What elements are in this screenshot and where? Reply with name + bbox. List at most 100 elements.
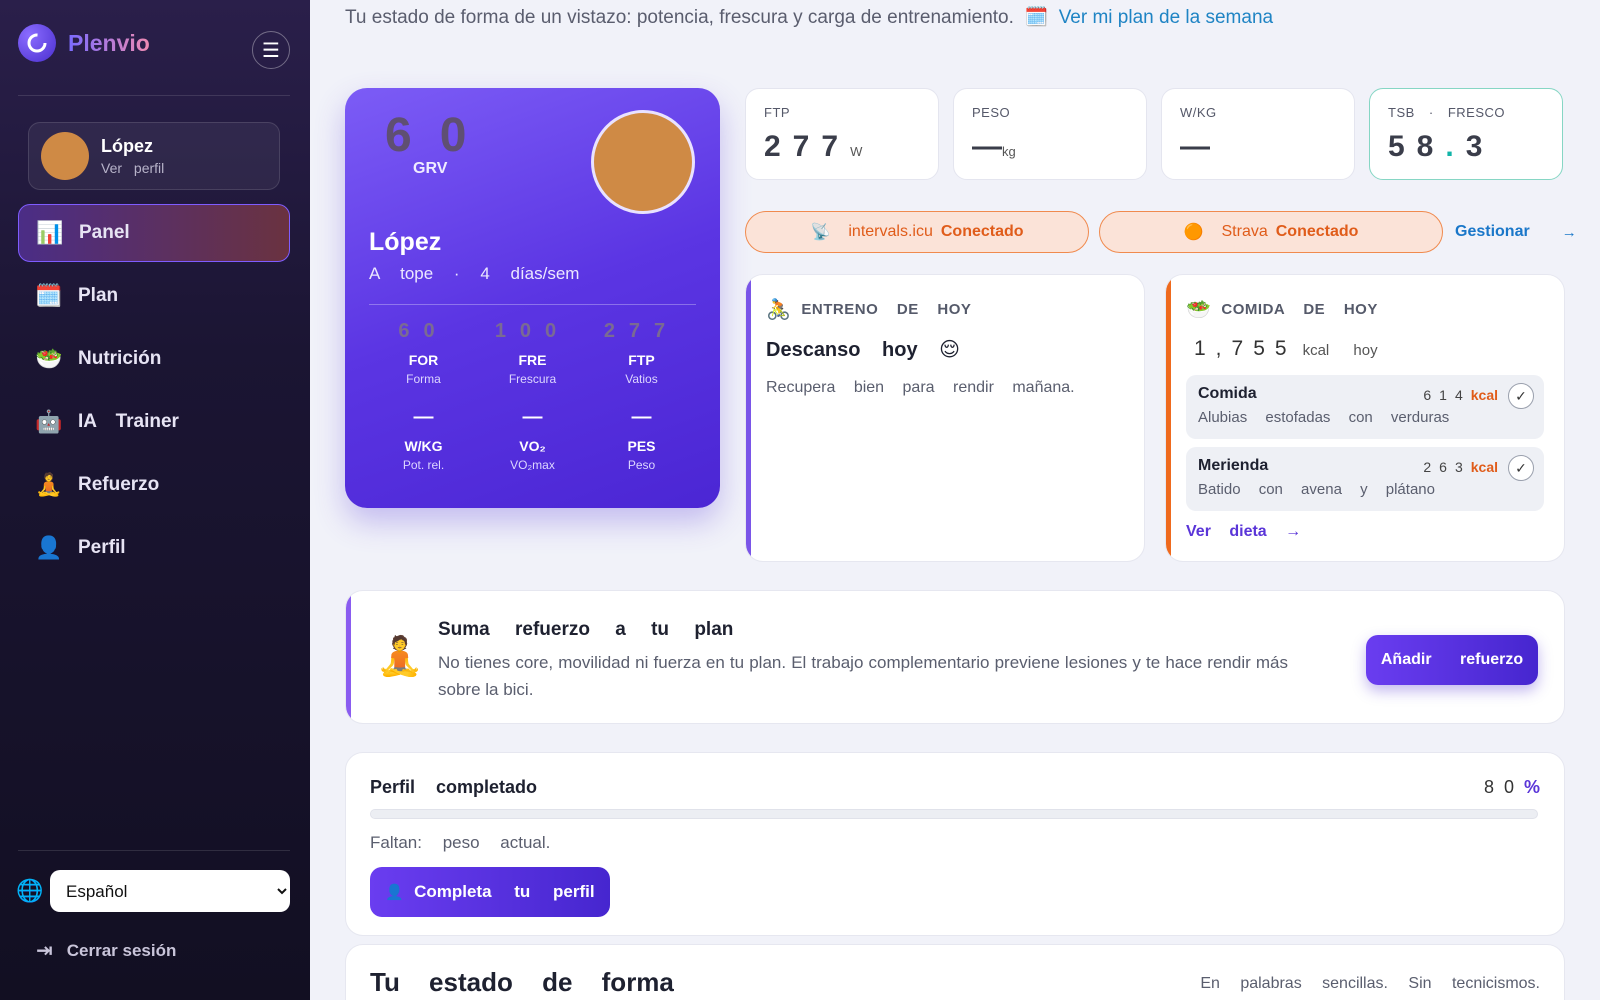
manage-connections-link[interactable]: Gestionar: [1455, 223, 1530, 241]
food-today-card: 🥗 COMIDA DE HOY 1,755 kcal hoy Comida Alub…: [1165, 274, 1565, 562]
language-select[interactable]: Español: [50, 870, 290, 912]
avatar: [41, 132, 89, 180]
logo-icon: [18, 24, 56, 62]
sidebar-item-nutricion[interactable]: 🥗 Nutrición: [18, 330, 290, 388]
menu-icon: ☰: [262, 39, 280, 62]
stat-value: —: [631, 406, 652, 428]
sidebar-nav: 📊 Panel 🗓️ Plan 🥗 Nutrición 🤖 IA Trainer…: [18, 204, 290, 582]
kcal-total: 1,755: [1194, 337, 1297, 360]
stat-key: FOR: [408, 352, 439, 368]
sidebar-item-panel[interactable]: 📊 Panel: [18, 204, 290, 262]
meal-kcal: 614: [1423, 387, 1471, 403]
athlete-hero-card: 60 GRV López A tope · 4 días/sem 60 FOR …: [345, 88, 720, 508]
sidebar-item-label: Panel: [79, 222, 130, 243]
intro-description: Tu estado de forma de un vistazo: potenc…: [345, 7, 1014, 28]
stat-peso: — PES Peso: [587, 406, 696, 472]
hamburger-menu-button[interactable]: ☰: [252, 31, 290, 69]
stat-key: FTP: [628, 352, 655, 368]
sidebar-item-label: Plan: [78, 285, 119, 306]
user-profile-card[interactable]: López Ver perfil: [28, 122, 280, 190]
check-icon[interactable]: ✓: [1508, 455, 1534, 481]
metric-unit: W: [850, 144, 863, 159]
reinforcement-banner: 🧘 Suma refuerzo a tu plan No tienes core…: [345, 590, 1565, 724]
grv-score: 60: [385, 109, 495, 162]
strava-connection-badge[interactable]: 🟠 Strava Conectado: [1099, 211, 1443, 253]
sidebar-item-label: Perfil: [78, 537, 126, 558]
app-name: Plenvio: [68, 29, 150, 56]
meal-kcal-unit: kcal: [1470, 387, 1498, 403]
app-logo[interactable]: Plenvio: [18, 24, 150, 62]
add-reinforcement-button[interactable]: Añadir refuerzo: [1366, 635, 1538, 685]
metric-label: PESO: [972, 105, 1011, 120]
salad-icon: 🥗: [1186, 299, 1212, 321]
arrow-right-icon[interactable]: →: [1562, 224, 1577, 241]
view-diet-link[interactable]: Ver dieta →: [1186, 523, 1301, 541]
metric-unit: kg: [1002, 144, 1016, 159]
meal-description: Batido con avena y plátano: [1198, 481, 1435, 498]
chart-icon: 📊: [36, 220, 64, 245]
stat-value: 100: [494, 320, 571, 342]
metric-cards: FTP 277W PESO —kg W/KG — TSB · FRESCO 58…: [745, 88, 1563, 180]
sidebar-item-ia-trainer[interactable]: 🤖 IA Trainer: [18, 393, 290, 451]
stat-key: FRE: [518, 352, 547, 368]
stat-key: PES: [627, 438, 656, 454]
person-icon: 👤: [35, 535, 63, 560]
athlete-name: López: [369, 228, 442, 256]
stat-frescura: 100 FRE Frescura: [478, 320, 587, 386]
training-today-card: 🚴 ENTRENO DE HOY Descanso hoy 😌 Recupera …: [745, 274, 1145, 562]
logout-label: Cerrar sesión: [66, 940, 177, 960]
accent-bar: [1166, 275, 1171, 561]
sidebar-divider: [18, 95, 290, 96]
cyclist-icon: 🚴: [766, 299, 792, 321]
stat-sub: Pot. rel.: [402, 458, 445, 472]
logout-icon: ⇥: [36, 940, 53, 962]
sidebar-item-label: Nutrición: [78, 348, 162, 369]
metric-label: FTP: [764, 105, 791, 120]
stat-wkg: — W/KG Pot. rel.: [369, 406, 478, 472]
profile-completion-title: Perfil completado: [370, 777, 538, 797]
stat-vo2: — VO₂ VO₂max: [478, 406, 587, 472]
sidebar-item-refuerzo[interactable]: 🧘 Refuerzo: [18, 456, 290, 514]
connection-status: Conectado: [940, 223, 1024, 240]
metric-value: —: [1180, 130, 1210, 163]
calendar-icon: 🗓️: [35, 283, 63, 308]
metric-label: W/KG: [1180, 105, 1217, 120]
profile-percent-sign: %: [1523, 777, 1540, 797]
reinforcement-title: Suma refuerzo a tu plan: [438, 619, 734, 640]
accent-bar: [346, 591, 351, 723]
calendar-icon: 🗓️: [1019, 7, 1054, 28]
meal-item[interactable]: Merienda Batido con avena y plátano 263k…: [1186, 447, 1544, 511]
training-text: Recupera bien para rendir mañana.: [766, 379, 1075, 396]
stat-value: 60: [398, 320, 449, 342]
language-row: 🌐 Español: [16, 870, 290, 912]
check-icon[interactable]: ✓: [1508, 383, 1534, 409]
robot-icon: 🤖: [35, 409, 63, 434]
week-plan-link[interactable]: Ver mi plan de la semana: [1059, 7, 1273, 28]
stat-value: —: [413, 406, 434, 428]
logout-button[interactable]: ⇥ Cerrar sesión: [36, 938, 176, 963]
card-header: COMIDA DE HOY: [1221, 301, 1378, 318]
intro-text: Tu estado de forma de un vistazo: potenc…: [345, 3, 1565, 33]
main-content: Tu estado de forma de un vistazo: potenc…: [310, 0, 1600, 1000]
meal-kcal: 263: [1423, 459, 1471, 475]
metric-label: TSB · FRESCO: [1388, 105, 1506, 120]
sidebar-item-plan[interactable]: 🗓️ Plan: [18, 267, 290, 325]
salad-icon: 🥗: [35, 346, 63, 371]
hero-stats: 60 FOR Forma 100 FRE Frescura 277 FTP Va…: [369, 320, 696, 472]
metric-value-dec: 3: [1465, 130, 1495, 163]
meal-description: Alubias estofadas con verduras: [1198, 409, 1450, 426]
intervals-connection-badge[interactable]: 📡 intervals.icu Conectado: [745, 211, 1089, 253]
stat-forma: 60 FOR Forma: [369, 320, 478, 386]
grv-label: GRV: [413, 160, 448, 177]
complete-profile-button[interactable]: 👤 Completa tu perfil: [370, 867, 610, 917]
metric-ftp: FTP 277W: [745, 88, 939, 180]
meal-item[interactable]: Comida Alubias estofadas con verduras 61…: [1186, 375, 1544, 439]
connection-status: Conectado: [1275, 223, 1359, 240]
profile-completion-card: Perfil completado 80% Faltan: peso actua…: [345, 752, 1565, 936]
profile-percent-value: 80: [1483, 777, 1524, 797]
athlete-subtitle: A tope · 4 días/sem: [369, 264, 580, 283]
stat-key: W/KG: [404, 438, 443, 454]
view-profile-link[interactable]: Ver perfil: [101, 160, 164, 176]
sidebar-item-perfil[interactable]: 👤 Perfil: [18, 519, 290, 577]
stat-sub: Vatios: [625, 372, 658, 386]
